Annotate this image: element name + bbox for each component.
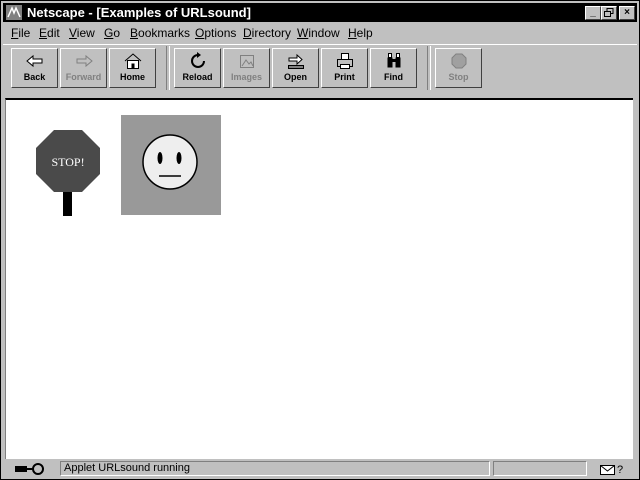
security-key-icon[interactable] (13, 462, 47, 476)
minimize-icon: _ (590, 7, 596, 18)
page-content: STOP! (5, 98, 633, 459)
images-button[interactable]: Images (223, 48, 270, 88)
images-icon (239, 55, 254, 68)
menu-bar: File Edit View Go Bookmarks Options Dire… (3, 23, 637, 43)
toolbar-separator (166, 46, 170, 90)
close-icon: × (624, 7, 630, 18)
menu-bookmarks[interactable]: Bookmarks (130, 26, 190, 40)
toolbar: Back Forward Home Reload Images Open Pri… (3, 44, 637, 95)
menu-directory[interactable]: Directory (243, 26, 291, 40)
find-label: Find (384, 72, 403, 82)
forward-icon (76, 54, 93, 68)
face-image[interactable] (121, 115, 221, 215)
find-icon (387, 53, 400, 68)
stop-sign-image[interactable] (36, 130, 100, 216)
menu-edit[interactable]: Edit (39, 26, 60, 40)
menu-view[interactable]: View (69, 26, 95, 40)
print-button[interactable]: Print (321, 48, 368, 88)
print-label: Print (334, 72, 355, 82)
status-message: Applet URLsound running (60, 461, 490, 476)
forward-button[interactable]: Forward (60, 48, 107, 88)
neutral-face-icon (142, 134, 198, 190)
menu-options[interactable]: Options (195, 26, 236, 40)
restore-button[interactable] (601, 6, 617, 20)
stop-button[interactable]: Stop (435, 48, 482, 88)
open-button[interactable]: Open (272, 48, 319, 88)
reload-label: Reload (182, 72, 213, 82)
stop-icon (451, 53, 466, 69)
status-bar: Applet URLsound running ? (3, 460, 637, 478)
toolbar-separator (427, 46, 431, 90)
browser-window: Netscape - [Examples of URLsound] _ × Fi… (0, 0, 640, 480)
restore-icon (604, 8, 614, 17)
reload-button[interactable]: Reload (174, 48, 221, 88)
find-button[interactable]: Find (370, 48, 417, 88)
progress-bar (493, 461, 587, 476)
back-icon (25, 54, 42, 68)
menu-window[interactable]: Window (297, 26, 340, 40)
close-button[interactable]: × (619, 6, 635, 20)
back-label: Back (23, 72, 46, 82)
open-icon (287, 53, 304, 69)
window-title: Netscape - [Examples of URLsound] (27, 5, 251, 20)
stop-sign-text: STOP! (51, 155, 85, 169)
reload-icon (190, 52, 205, 68)
minimize-button[interactable]: _ (585, 6, 601, 20)
forward-label: Forward (65, 72, 102, 82)
home-icon (124, 53, 141, 69)
open-label: Open (283, 72, 307, 82)
menu-go[interactable]: Go (104, 26, 120, 40)
svg-text:?: ? (617, 464, 623, 476)
menu-help[interactable]: Help (348, 26, 373, 40)
menu-file[interactable]: File (11, 26, 30, 40)
home-label[interactable]: Home (110, 72, 155, 82)
title-bar: Netscape - [Examples of URLsound] _ × (3, 3, 637, 22)
mail-icon[interactable]: ? (599, 462, 629, 476)
netscape-icon (6, 5, 22, 20)
print-icon (336, 53, 353, 69)
home-button[interactable]: Home (109, 48, 156, 88)
back-button[interactable]: Back (11, 48, 58, 88)
stop-label: Stop (448, 72, 469, 82)
images-label: Images (230, 72, 263, 82)
